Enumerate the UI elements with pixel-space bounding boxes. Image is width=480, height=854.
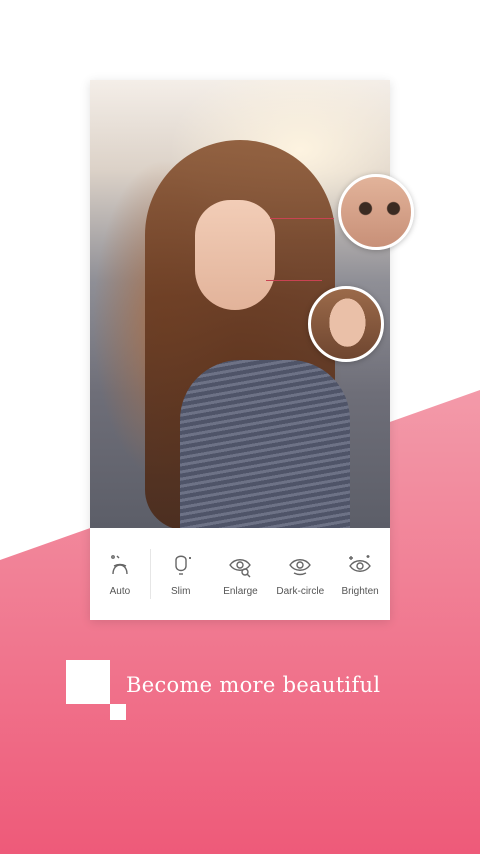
tool-auto[interactable]: Auto (90, 539, 150, 609)
tool-enlarge[interactable]: Enlarge (211, 539, 271, 609)
eye-pointer-line (270, 218, 334, 219)
tool-dark-circle[interactable]: Dark-circle (270, 539, 330, 609)
enlarge-eye-icon (229, 558, 252, 577)
tool-auto-label: Auto (109, 585, 131, 597)
brand-logo-small-square (110, 704, 126, 720)
brighten-eye-icon (349, 554, 371, 572)
slim-face-icon (174, 555, 191, 575)
tagline: Become more beautiful (126, 673, 381, 697)
face (195, 200, 275, 310)
tool-dark-circle-label: Dark-circle (276, 585, 325, 597)
tool-slim-label: Slim (170, 585, 191, 597)
face-pointer-line (266, 280, 322, 281)
tool-brighten[interactable]: Brighten (330, 539, 390, 609)
tool-enlarge-label: Enlarge (223, 585, 258, 597)
brand-logo-square (66, 660, 110, 704)
eye-zoom-preview (338, 174, 414, 250)
beauty-toolbar: Auto Slim Enlarge Dark-circle Brighten (90, 528, 390, 620)
auto-face-icon (110, 554, 128, 574)
dark-circle-eye-icon (289, 558, 312, 575)
tool-brighten-label: Brighten (341, 585, 379, 597)
tool-slim[interactable]: Slim (151, 539, 211, 609)
face-zoom-preview (308, 286, 384, 362)
striped-shirt (180, 360, 350, 528)
